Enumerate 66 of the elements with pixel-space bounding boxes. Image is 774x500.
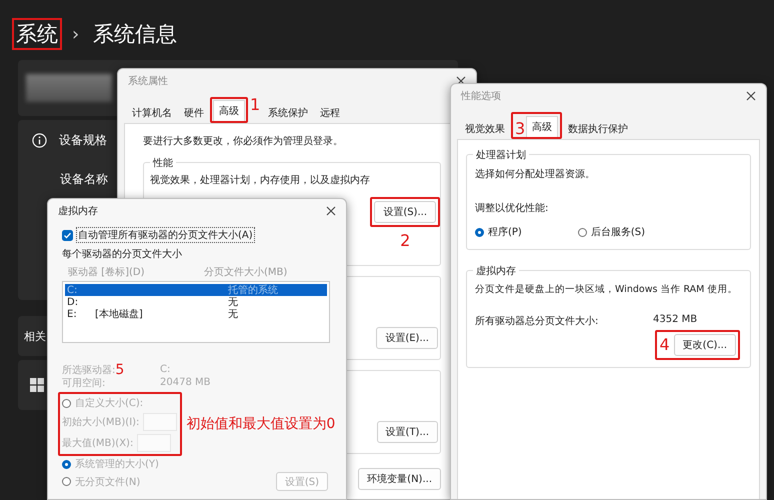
radio-label: 后台服务(S) (590, 226, 645, 239)
table-cell-text: E: (67, 308, 78, 320)
breadcrumb-separator: › (72, 24, 80, 44)
windows-logo-icon (30, 378, 44, 392)
window-title: 系统属性 (128, 74, 168, 88)
field-label: 调整以优化性能: (475, 202, 550, 215)
settings-button[interactable]: 设置(S)... (374, 201, 436, 223)
settings-button[interactable]: 设置(E)... (376, 327, 438, 349)
tab[interactable]: 数据执行保护 (562, 118, 634, 139)
table-cell-text: [本地磁盘] (95, 308, 144, 321)
info-icon (32, 133, 47, 148)
annotation-text: 初始值和最大值设置为0 (186, 415, 336, 433)
close-icon[interactable] (326, 206, 336, 216)
checkbox-label: 自动管理所有驱动器的分页文件大小(A) (76, 227, 255, 243)
field-label: 可用空间: (62, 376, 106, 390)
step-number: 5 (115, 362, 124, 376)
table-cell-text: C: (67, 284, 78, 296)
section-title: 相关 (24, 328, 46, 344)
field-label: 最大值(MB)(X): (62, 436, 134, 450)
column-header: 驱动器 [卷标](D) (68, 266, 146, 279)
radio-label: 自定义大小(C): (75, 396, 144, 410)
table-cell-text: 托管的系统 (228, 284, 278, 297)
radio-label: 程序(P) (488, 226, 522, 239)
admin-notice: 要进行大多数更改，你必须作为管理员登录。 (143, 134, 344, 148)
tab[interactable]: 远程 (314, 102, 346, 123)
table-cell-text: 无 (228, 296, 238, 309)
group-title: 虚拟内存 (473, 264, 519, 278)
environment-variables-button[interactable]: 环境变量(N)... (358, 468, 441, 490)
field-value: 4352 MB (653, 314, 698, 327)
window-title: 性能选项 (461, 90, 501, 103)
tab[interactable]: 硬件 (178, 102, 210, 123)
column-header: 分页文件大小(MB) (204, 266, 288, 279)
group-title: 性能 (150, 156, 176, 170)
radio-label: 无分页文件(N) (75, 476, 140, 488)
settings-button[interactable]: 设置(T)... (376, 421, 438, 443)
table-cell-text: 无 (228, 308, 238, 321)
group-title: 处理器计划 (473, 148, 529, 162)
field-value: C: (160, 364, 170, 375)
field-label: 初始大小(MB)(I): (62, 416, 140, 428)
breadcrumb-item[interactable]: 系统 (12, 18, 62, 50)
radio-button[interactable] (578, 228, 587, 236)
radio-button[interactable] (475, 228, 484, 236)
table-cell-text: D: (67, 296, 80, 308)
field-label: 所选驱动器: (62, 364, 116, 376)
change-button[interactable]: 更改(C)... (674, 334, 736, 356)
field-value: 20478 MB (160, 377, 210, 388)
group-description: 选择如何分配处理器资源。 (475, 168, 596, 181)
tab[interactable]: 高级 (526, 116, 558, 137)
group-description: 视觉效果，处理器计划，内存使用，以及虚拟内存 (150, 174, 371, 187)
tab[interactable]: 视觉效果 (459, 118, 511, 139)
group-title: 每个驱动器的分页文件大小 (62, 248, 183, 261)
window-title: 虚拟内存 (58, 204, 98, 218)
field-label: 所有驱动器总分页文件大小: (475, 314, 600, 328)
tab[interactable]: 计算机名 (126, 102, 178, 123)
step-number: 3 (515, 121, 526, 137)
radio-label: 系统管理的大小(Y) (75, 458, 159, 471)
tab[interactable]: 高级 (213, 100, 245, 121)
spec-label: 设备名称 (60, 171, 108, 188)
group-description: 分页文件是硬盘上的一块区域，Windows 当作 RAM 使用。 (475, 283, 738, 296)
breadcrumb-item: 系统信息 (92, 21, 178, 48)
step-number: 4 (659, 337, 670, 353)
close-icon[interactable] (746, 91, 756, 101)
tab[interactable]: 系统保护 (262, 102, 314, 123)
step-number: 2 (400, 233, 410, 249)
step-number: 1 (250, 97, 260, 113)
section-title: 设备规格 (59, 132, 107, 149)
